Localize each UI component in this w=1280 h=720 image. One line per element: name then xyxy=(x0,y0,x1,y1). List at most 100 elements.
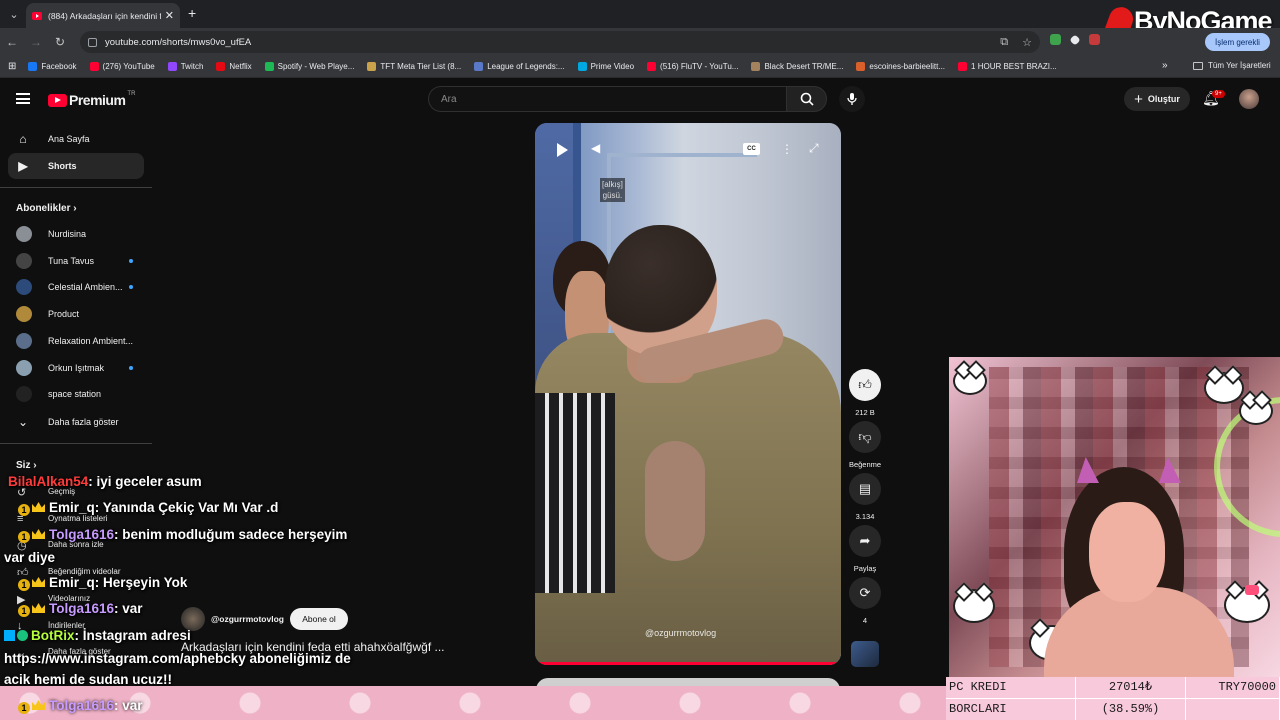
tab-search-chevron-icon[interactable]: ⌄ xyxy=(2,2,26,26)
chat-line: https://www.instagram.com/aphebcky abone… xyxy=(4,651,351,666)
sidebar-item-label: Orkun Işıtmak xyxy=(48,362,105,373)
debt-goal: TRY70000 xyxy=(1186,677,1280,699)
reload-icon[interactable]: ↻ xyxy=(48,35,72,49)
bookmark-item[interactable]: 1 HOUR BEST BRAZI... xyxy=(958,62,1057,71)
sidebar-subscription-item[interactable]: Relaxation Ambient... xyxy=(8,328,144,354)
fullscreen-icon[interactable]: ⤢ xyxy=(809,141,819,156)
like-button[interactable]: 👍︎ 212 B xyxy=(849,369,881,417)
url-bar[interactable]: youtube.com/shorts/mws0vo_ufEA ⧉ ☆ xyxy=(80,31,1040,53)
sidebar-subscription-item[interactable]: space station xyxy=(8,381,144,407)
debt-tracker: PC KREDI 27014₺ TRY70000 BORCLARI (38.59… xyxy=(946,677,1280,720)
bookmark-item[interactable]: Netflix xyxy=(216,62,252,71)
tab-close-icon[interactable]: ✕ xyxy=(165,9,174,22)
youtube-favicon-icon xyxy=(32,11,42,20)
forward-arrow-icon[interactable]: → xyxy=(24,35,48,49)
you-header[interactable]: Siz › xyxy=(16,460,37,471)
bookmark-favicon-icon xyxy=(89,62,99,71)
search-icon xyxy=(800,92,814,106)
bookmark-item[interactable]: League of Legends:... xyxy=(474,62,565,71)
chat-message: : iyi geceler asum xyxy=(88,474,202,489)
new-content-dot xyxy=(129,258,133,263)
sidebar-item-label: Tuna Tavus xyxy=(48,255,95,266)
streamer-face xyxy=(1089,502,1165,602)
sidebar-item-label: Relaxation Ambient... xyxy=(48,335,134,346)
extension-red-icon[interactable] xyxy=(1089,34,1100,45)
bookmark-item[interactable]: TFT Meta Tier List (8... xyxy=(367,62,461,71)
install-app-icon[interactable]: ⧉ xyxy=(1000,36,1008,49)
sidebar-subscription-item[interactable]: Tuna Tavus xyxy=(8,248,144,274)
chevron-right-icon: › xyxy=(73,203,77,214)
bookmark-item[interactable]: Prime Video xyxy=(577,62,635,71)
play-icon[interactable] xyxy=(557,143,568,157)
captions-icon[interactable]: CC xyxy=(743,143,760,155)
apps-grid-icon[interactable]: ⊞ xyxy=(8,61,16,72)
remix-button[interactable]: ⟳ 4 xyxy=(849,577,881,625)
crown-badge-icon xyxy=(32,577,45,587)
video-progress-bar[interactable] xyxy=(535,662,841,665)
sidebar-item-label: Celestial Ambien... xyxy=(48,282,123,293)
new-content-dot xyxy=(129,365,133,370)
volume-icon[interactable]: ◀︎ xyxy=(591,141,600,155)
bookmark-item[interactable]: (516) FluTV - YouTu... xyxy=(647,62,738,71)
chat-username: Emir_q xyxy=(49,500,95,515)
all-bookmarks-folder[interactable]: Tüm Yer İşaretleri xyxy=(1193,61,1271,70)
update-button[interactable]: İşlem gerekli xyxy=(1205,33,1270,51)
bookmark-item[interactable]: Spotify - Web Playe... xyxy=(264,62,354,71)
search-input[interactable]: Ara xyxy=(428,86,786,112)
chat-message: : var xyxy=(114,601,143,616)
browser-tab-active[interactable]: (884) Arkadaşları için kendini fe ✕ xyxy=(26,3,180,28)
sidebar-show-more[interactable]: ⌄ Daha fazla göster xyxy=(8,409,144,435)
create-button[interactable]: + Oluştur xyxy=(1124,87,1190,111)
logo-text: Premium xyxy=(69,92,126,108)
bookmark-favicon-icon xyxy=(856,62,866,71)
bookmark-item[interactable]: Twitch xyxy=(167,62,203,71)
bookmark-item[interactable]: Facebook xyxy=(28,62,77,71)
bookmark-favicon-icon xyxy=(167,62,177,71)
bookmark-item[interactable]: Black Desert TR/ME... xyxy=(751,62,843,71)
account-avatar[interactable] xyxy=(1239,89,1259,109)
bookmark-item[interactable]: (276) YouTube xyxy=(89,62,155,71)
sidebar-item-label: Shorts xyxy=(48,161,77,171)
sidebar-subscription-item[interactable]: Product xyxy=(8,301,144,327)
sidebar-item-label: Nurdisina xyxy=(48,229,87,239)
new-tab-plus-icon[interactable]: + xyxy=(188,5,196,21)
sidebar-item-home[interactable]: ⌂ Ana Sayfa xyxy=(8,126,144,152)
channel-name[interactable]: @ozgurrmotovlog xyxy=(211,614,284,624)
shorts-video-player[interactable]: ◀︎ CC ⋮ ⤢ [alkış] güsü. @ozgurrmotovlog xyxy=(535,123,841,665)
extension-diamond-icon[interactable] xyxy=(1069,33,1081,46)
voice-search-button[interactable] xyxy=(839,86,865,112)
subscriptions-header[interactable]: Abonelikler › xyxy=(16,203,77,214)
sidebar-subscription-item[interactable]: Celestial Ambien... xyxy=(8,274,144,300)
youtube-premium-logo[interactable]: Premium TR xyxy=(48,91,136,108)
bookmarks-more-icon[interactable]: » xyxy=(1162,60,1168,71)
search-button[interactable] xyxy=(786,86,827,112)
more-vertical-icon[interactable]: ⋮ xyxy=(781,142,793,156)
channel-avatar xyxy=(16,279,32,296)
bookmark-star-icon[interactable]: ☆ xyxy=(1022,36,1032,49)
comments-button[interactable]: ▤ 3.134 xyxy=(849,473,881,521)
channel-avatar xyxy=(16,226,32,242)
sidebar-subscription-item[interactable]: Orkun Işıtmak xyxy=(8,355,144,381)
chat-username: Tolga1616 xyxy=(49,527,115,542)
bookmark-label: Prime Video xyxy=(590,62,635,71)
sidebar-item-shorts[interactable]: ▶ Shorts xyxy=(8,153,144,179)
sidebar-subscription-item[interactable]: Nurdisina xyxy=(8,221,144,247)
microphone-icon xyxy=(847,93,857,105)
bookmarks-bar: ⊞ Facebook (276) YouTube Twitch Netflix Spot… xyxy=(0,56,1280,78)
crown-badge-icon xyxy=(32,502,45,512)
sound-thumbnail[interactable] xyxy=(851,641,879,667)
bookmark-item[interactable]: escoines-barbieelitt... xyxy=(856,62,945,71)
url-text[interactable]: youtube.com/shorts/mws0vo_ufEA xyxy=(105,37,251,48)
chat-line: 1 Emir_q: Yanında Çekiç Var Mı Var .d xyxy=(18,500,278,516)
menu-hamburger-icon[interactable] xyxy=(16,93,30,104)
chevron-down-icon: ⌄ xyxy=(17,415,29,429)
logo-region: TR xyxy=(127,91,136,97)
site-info-icon[interactable] xyxy=(88,37,97,47)
share-button[interactable]: ➦ Paylaş xyxy=(849,525,881,573)
dislike-button[interactable]: 👎︎ Beğenme xyxy=(849,421,881,469)
subscribe-button[interactable]: Abone ol xyxy=(290,608,348,630)
extension-green-icon[interactable] xyxy=(1050,34,1061,45)
chat-username: Tolga1616 xyxy=(49,601,115,616)
bookmark-label: League of Legends:... xyxy=(487,62,565,71)
back-arrow-icon[interactable]: ← xyxy=(0,35,24,49)
